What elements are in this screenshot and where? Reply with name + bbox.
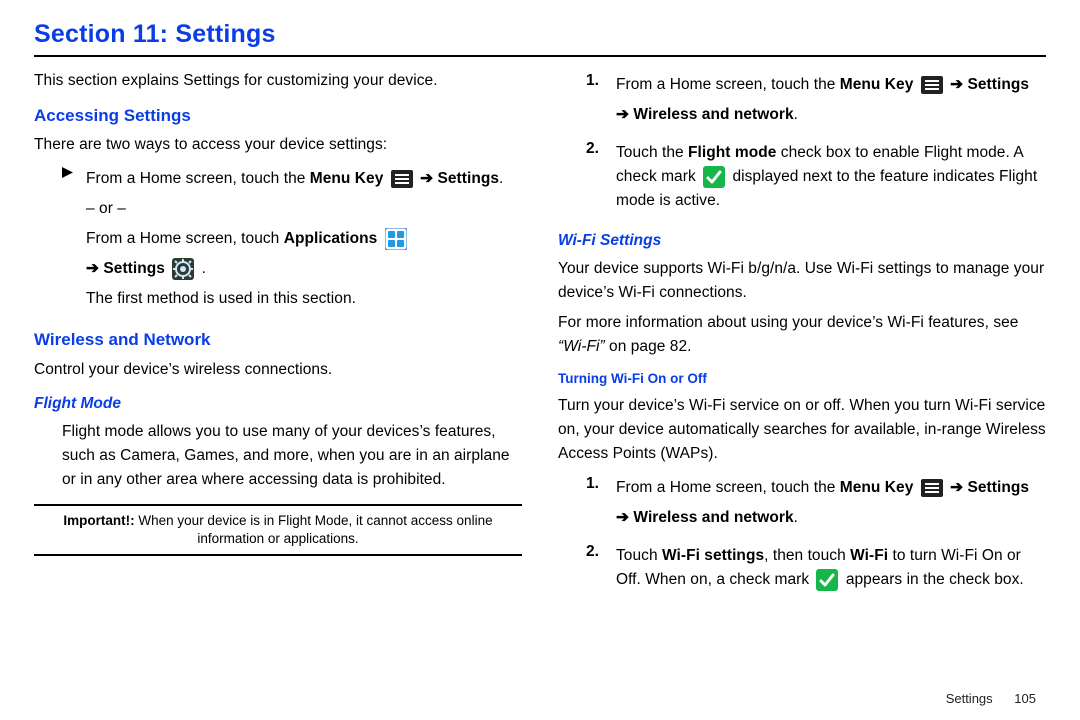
two-columns: This section explains Settings for custo… bbox=[34, 65, 1046, 602]
left-column: This section explains Settings for custo… bbox=[34, 65, 522, 602]
heading-wifi-settings: Wi-Fi Settings bbox=[558, 229, 1046, 253]
or-line: – or – bbox=[86, 197, 503, 221]
bullet-item: From a Home screen, touch the Menu Key ➔… bbox=[34, 163, 522, 317]
step-number: 1. bbox=[586, 69, 606, 93]
step-text: Touch the Flight mode check box to enabl… bbox=[616, 137, 1046, 219]
page-title: Section 11: Settings bbox=[34, 20, 1046, 49]
step-text: From a Home screen, touch the Menu Key ➔… bbox=[616, 69, 1029, 133]
page-footer: Settings 105 bbox=[946, 691, 1036, 706]
settings-gear-icon bbox=[172, 258, 194, 280]
step-text: From a Home screen, touch the Menu Key ➔… bbox=[86, 163, 503, 317]
numbered-item: 2. Touch the Flight mode check box to en… bbox=[558, 137, 1046, 219]
footer-section-name: Settings bbox=[946, 691, 993, 706]
turning-body: Turn your device’s Wi-Fi service on or o… bbox=[558, 394, 1046, 466]
manual-page: Section 11: Settings This section explai… bbox=[0, 0, 1080, 720]
step-text: Touch Wi-Fi settings, then touch Wi-Fi t… bbox=[616, 540, 1046, 598]
applications-icon bbox=[385, 228, 407, 250]
wifi-body-2: For more information about using your de… bbox=[558, 311, 1046, 359]
numbered-item: 2. Touch Wi-Fi settings, then touch Wi-F… bbox=[558, 540, 1046, 598]
flight-mode-body: Flight mode allows you to use many of yo… bbox=[34, 420, 522, 492]
heading-turning-wifi: Turning Wi-Fi On or Off bbox=[558, 369, 1046, 390]
heading-accessing-settings: Accessing Settings bbox=[34, 103, 522, 129]
important-note: Important!: When your device is in Fligh… bbox=[34, 504, 522, 556]
triangle-bullet-icon bbox=[62, 167, 76, 178]
title-rule bbox=[34, 55, 1046, 57]
accessing-intro: There are two ways to access your device… bbox=[34, 133, 522, 157]
menu-key-icon bbox=[391, 170, 413, 188]
first-method-note: The first method is used in this section… bbox=[86, 287, 503, 311]
step-number: 2. bbox=[586, 540, 606, 564]
numbered-item: 1. From a Home screen, touch the Menu Ke… bbox=[558, 69, 1046, 133]
heading-flight-mode: Flight Mode bbox=[34, 392, 522, 416]
wifi-body-1: Your device supports Wi-Fi b/g/n/a. Use … bbox=[558, 257, 1046, 305]
step-text: From a Home screen, touch the Menu Key ➔… bbox=[616, 472, 1029, 536]
step-number: 2. bbox=[586, 137, 606, 161]
heading-wireless-network: Wireless and Network bbox=[34, 327, 522, 353]
right-column: 1. From a Home screen, touch the Menu Ke… bbox=[558, 65, 1046, 602]
checkmark-icon bbox=[816, 569, 838, 591]
intro-text: This section explains Settings for custo… bbox=[34, 69, 522, 93]
step-number: 1. bbox=[586, 472, 606, 496]
numbered-item: 1. From a Home screen, touch the Menu Ke… bbox=[558, 472, 1046, 536]
menu-key-icon bbox=[921, 76, 943, 94]
wireless-intro: Control your device’s wireless connectio… bbox=[34, 358, 522, 382]
checkmark-icon bbox=[703, 166, 725, 188]
menu-key-icon bbox=[921, 479, 943, 497]
footer-page-number: 105 bbox=[1014, 691, 1036, 706]
